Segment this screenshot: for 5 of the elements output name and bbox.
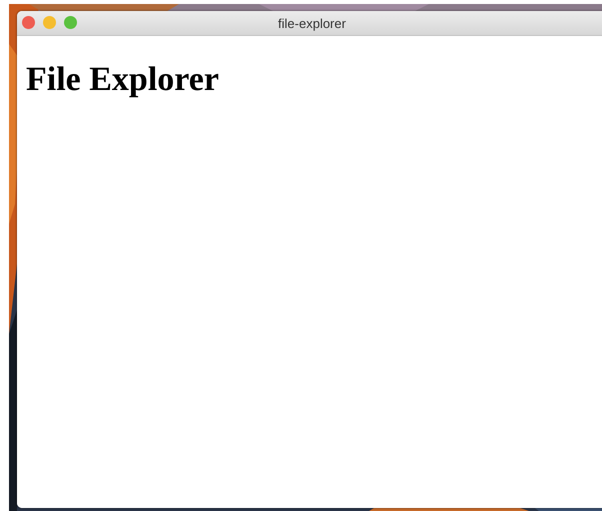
close-button[interactable] (22, 16, 35, 29)
window-title: file-explorer (278, 16, 346, 30)
zoom-button[interactable] (64, 16, 77, 29)
minimize-button[interactable] (43, 16, 56, 29)
page-heading: File Explorer (26, 60, 219, 100)
